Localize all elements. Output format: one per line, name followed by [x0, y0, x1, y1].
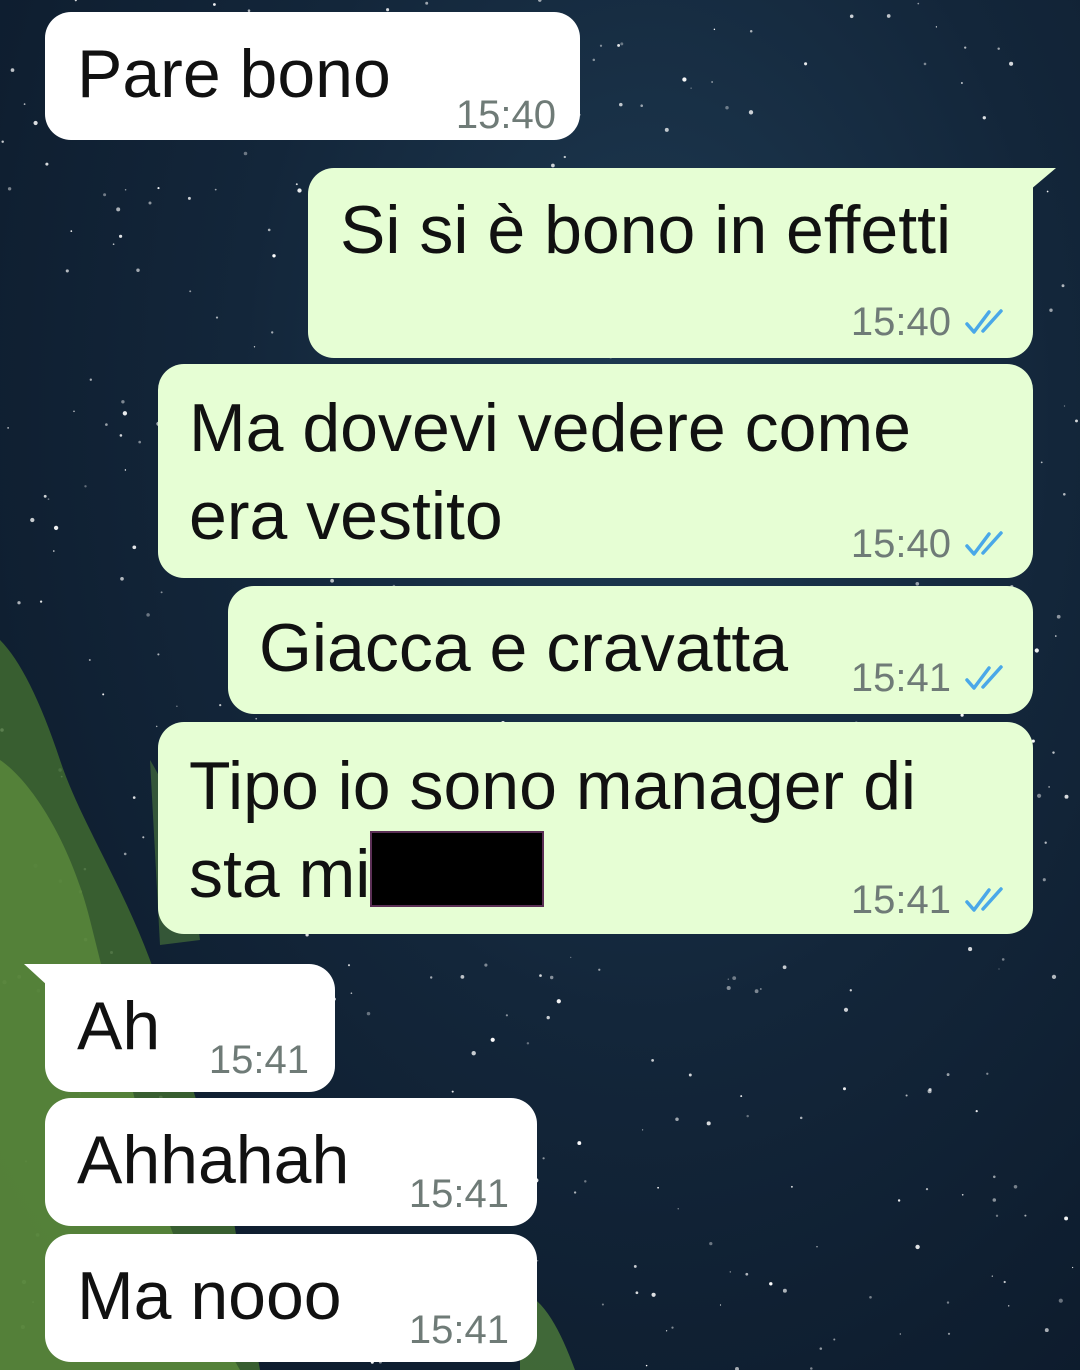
message-incoming[interactable]: Ahhahah 15:41: [45, 1098, 537, 1226]
double-check-read-icon: [965, 665, 1003, 690]
message-timestamp: 15:41: [850, 878, 951, 922]
message-incoming[interactable]: Pare bono 15:40: [45, 12, 580, 140]
message-text: Giacca e cravatta: [259, 610, 789, 686]
message-text-visible: sta mi: [189, 836, 371, 912]
message-text: Ahhahah: [77, 1122, 350, 1198]
message-text: Ma nooo: [77, 1258, 342, 1334]
message-text-line-1: Tipo io sono manager di: [189, 748, 917, 824]
message-outgoing[interactable]: Tipo io sono manager di sta mi 15:41: [158, 722, 1033, 934]
message-text-line-2: sta mi: [189, 830, 545, 918]
message-text-line-2: era vestito: [189, 478, 503, 554]
chat-conversation: Pare bono 15:40 Si si è bono in effetti …: [0, 0, 1080, 1370]
redaction-box: [370, 831, 545, 907]
message-outgoing[interactable]: Si si è bono in effetti 15:40: [308, 168, 1033, 358]
message-meta: 15:41: [851, 658, 1007, 698]
message-timestamp: 15:41: [850, 656, 951, 700]
double-check-read-icon: [965, 887, 1003, 912]
message-text-line-1: Ma dovevi vedere come: [189, 390, 911, 466]
message-meta: 15:41: [851, 880, 1007, 920]
message-timestamp: 15:41: [208, 1038, 309, 1082]
bubble-tail: [24, 964, 48, 986]
message-timestamp: 15:41: [408, 1172, 509, 1216]
double-check-read-icon: [965, 531, 1003, 556]
message-meta: 15:40: [851, 524, 1007, 564]
message-meta: 15:40: [851, 302, 1007, 342]
message-text: Si si è bono in effetti: [340, 192, 952, 268]
message-outgoing[interactable]: Ma dovevi vedere come era vestito 15:40: [158, 364, 1033, 578]
message-timestamp: 15:40: [455, 93, 556, 137]
message-timestamp: 15:40: [850, 522, 951, 566]
bubble-tail: [1030, 168, 1056, 190]
double-check-read-icon: [965, 309, 1003, 334]
message-timestamp: 15:40: [850, 300, 951, 344]
message-text: Ah: [77, 988, 161, 1064]
message-outgoing[interactable]: Giacca e cravatta 15:41: [228, 586, 1033, 714]
message-text: Pare bono: [77, 36, 391, 112]
message-incoming[interactable]: Ma nooo 15:41: [45, 1234, 537, 1362]
message-timestamp: 15:41: [408, 1308, 509, 1352]
message-incoming[interactable]: Ah 15:41: [45, 964, 335, 1092]
